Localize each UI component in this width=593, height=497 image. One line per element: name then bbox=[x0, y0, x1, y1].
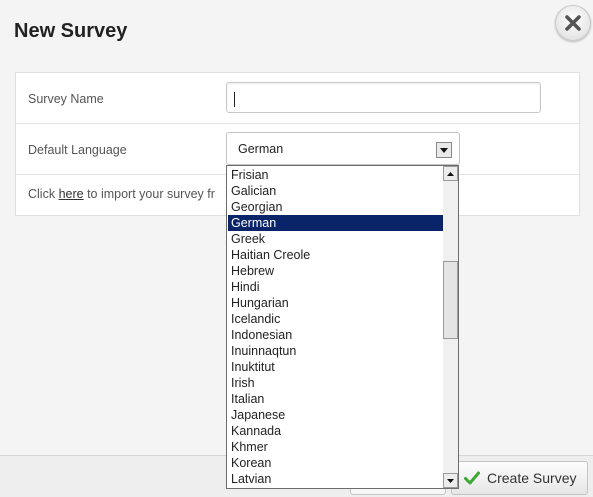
language-options: Frisian Galician Georgian German Greek Haitia… bbox=[228, 167, 443, 487]
scroll-thumb[interactable] bbox=[443, 261, 458, 339]
language-option[interactable]: Hindi bbox=[228, 279, 443, 295]
language-option[interactable]: Frisian bbox=[228, 167, 443, 183]
import-suffix: to import your survey fr bbox=[83, 187, 215, 201]
checkmark-icon bbox=[464, 471, 480, 485]
language-option[interactable]: Japanese bbox=[228, 407, 443, 423]
language-option[interactable]: Inuinnaqtun bbox=[228, 343, 443, 359]
new-survey-dialog: New Survey Survey Name Default Language … bbox=[0, 0, 593, 497]
language-option[interactable]: Kannada bbox=[228, 423, 443, 439]
language-option[interactable]: Icelandic bbox=[228, 311, 443, 327]
language-option[interactable]: Irish bbox=[228, 375, 443, 391]
close-button[interactable] bbox=[555, 5, 591, 41]
language-option[interactable]: Khmer bbox=[228, 439, 443, 455]
language-option[interactable]: Hebrew bbox=[228, 263, 443, 279]
dropdown-arrow-button[interactable] bbox=[436, 142, 452, 158]
language-option[interactable]: Inuktitut bbox=[228, 359, 443, 375]
default-language-value: German bbox=[238, 142, 284, 156]
language-option[interactable]: Korean bbox=[228, 455, 443, 471]
language-option[interactable]: German bbox=[228, 215, 443, 231]
language-dropdown-list[interactable]: Frisian Galician Georgian German Greek Haitia… bbox=[226, 165, 459, 489]
language-option[interactable]: Hungarian bbox=[228, 295, 443, 311]
text-caret bbox=[234, 92, 235, 107]
survey-name-row: Survey Name bbox=[16, 73, 579, 124]
survey-name-input[interactable] bbox=[226, 82, 541, 113]
language-option[interactable]: Galician bbox=[228, 183, 443, 199]
language-option[interactable]: Georgian bbox=[228, 199, 443, 215]
close-icon bbox=[565, 15, 581, 31]
import-here-link[interactable]: here bbox=[59, 187, 84, 201]
scroll-up-icon bbox=[447, 171, 454, 176]
scroll-up-button[interactable] bbox=[443, 166, 458, 181]
language-option[interactable]: Haitian Creole bbox=[228, 247, 443, 263]
chevron-down-icon bbox=[440, 147, 448, 153]
dialog-title: New Survey bbox=[14, 20, 128, 42]
language-option[interactable]: Indonesian bbox=[228, 327, 443, 343]
dropdown-scrollbar[interactable] bbox=[443, 166, 458, 488]
language-option[interactable]: Italian bbox=[228, 391, 443, 407]
create-survey-button[interactable]: Create Survey bbox=[451, 461, 588, 495]
language-option[interactable]: Greek bbox=[228, 231, 443, 247]
import-prefix: Click bbox=[28, 187, 59, 201]
scroll-down-icon bbox=[447, 478, 454, 483]
import-text: Click here to import your survey fr bbox=[28, 187, 215, 201]
survey-name-label: Survey Name bbox=[28, 92, 104, 106]
language-option[interactable]: Latvian bbox=[228, 471, 443, 487]
scroll-down-button[interactable] bbox=[443, 473, 458, 488]
default-language-label: Default Language bbox=[28, 143, 127, 157]
default-language-select[interactable]: German bbox=[226, 132, 460, 165]
create-survey-label: Create Survey bbox=[487, 470, 577, 486]
